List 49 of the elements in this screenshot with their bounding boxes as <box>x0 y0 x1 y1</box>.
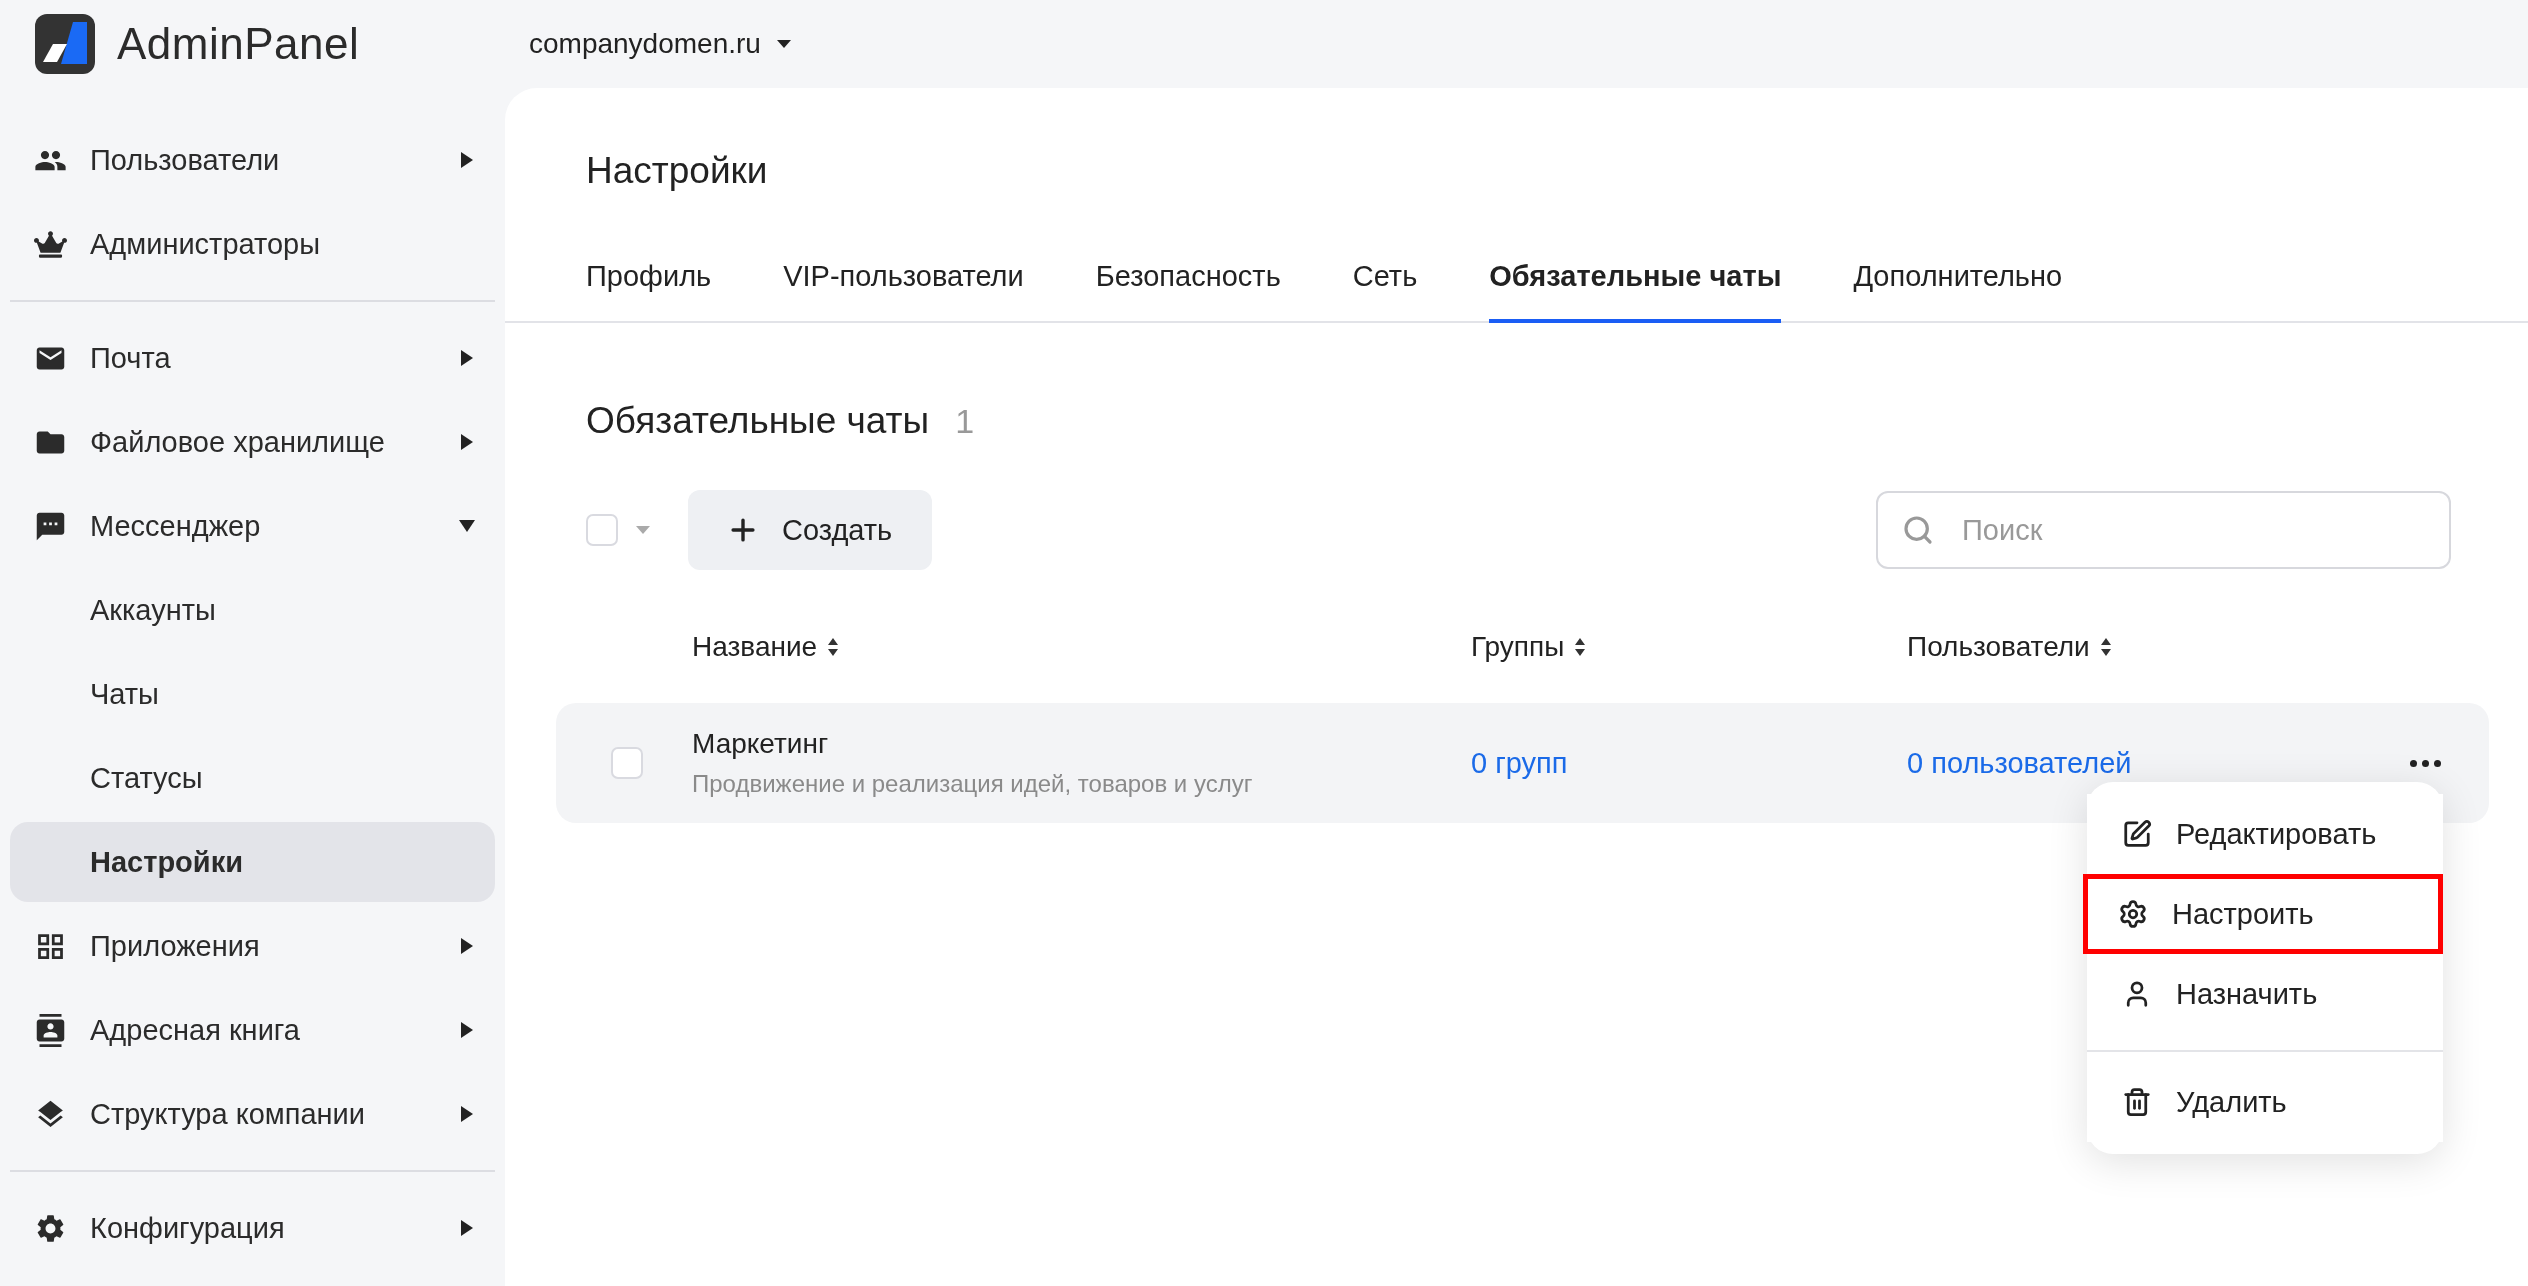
menu-item[interactable]: Удалить <box>2087 1062 2443 1142</box>
settings-icon <box>2118 899 2148 929</box>
tab[interactable]: Безопасность <box>1095 260 1281 323</box>
sidebar-item[interactable]: Чаты <box>10 654 495 734</box>
sidebar-item[interactable]: Конфигурация <box>10 1188 495 1268</box>
select-all-checkbox[interactable] <box>586 514 618 546</box>
contact-book-icon <box>34 1013 67 1047</box>
item-count: 1 <box>955 402 975 441</box>
create-button[interactable]: Создать <box>688 490 933 570</box>
column-header[interactable]: Группы <box>1471 631 1587 663</box>
sort-icon <box>1574 636 1587 658</box>
users-link[interactable]: 0 пользователей <box>1907 746 2132 780</box>
sidebar-item[interactable]: Настройки <box>10 822 495 902</box>
sidebar-item[interactable]: Файловое хранилище <box>10 402 495 482</box>
page-title: Настройки <box>586 149 769 192</box>
column-header[interactable]: Пользователи <box>1907 631 2112 663</box>
sidebar-item[interactable]: Статусы <box>10 738 495 818</box>
chat-description: Продвижение и реализация идей, товаров и услуг <box>692 770 1254 798</box>
tab[interactable]: Обязательные чаты <box>1489 260 1782 323</box>
menu-item[interactable]: Редактировать <box>2087 794 2443 874</box>
column-header[interactable]: Название <box>692 631 840 663</box>
app-name: AdminPanel <box>117 19 360 69</box>
menu-item[interactable]: Настроить <box>2083 874 2443 954</box>
sort-icon <box>827 636 840 658</box>
tab[interactable]: Сеть <box>1352 260 1418 323</box>
groups-link[interactable]: 0 групп <box>1471 746 1568 780</box>
sidebar-item[interactable]: Структура компании <box>10 1074 495 1154</box>
sidebar-item[interactable]: Администраторы <box>10 204 495 284</box>
menu-item[interactable]: Назначить <box>2087 954 2443 1034</box>
caret-down-icon <box>776 39 791 49</box>
section-title: Обязательные чаты <box>586 400 930 442</box>
sidebar-item[interactable]: Приложения <box>10 906 495 986</box>
tab[interactable]: Дополнительно <box>1853 260 2063 323</box>
sidebar-item[interactable]: Мессенджер <box>10 486 495 566</box>
chat-name: Маркетинг <box>692 728 830 760</box>
trash-icon <box>2122 1087 2152 1117</box>
sort-icon <box>2099 636 2112 658</box>
search-field[interactable]: Поиск <box>1876 491 2451 569</box>
sidebar-item[interactable]: Аккаунты <box>10 570 495 650</box>
sidebar-item[interactable]: Адресная книга <box>10 990 495 1070</box>
tab[interactable]: Профиль <box>586 260 712 323</box>
tab[interactable]: VIP-пользователи <box>783 260 1024 323</box>
caret-down-icon[interactable] <box>636 525 650 535</box>
row-checkbox[interactable] <box>611 747 643 779</box>
edit-icon <box>2122 819 2152 849</box>
sidebar-item[interactable]: Пользователи <box>10 120 495 200</box>
domain-dropdown[interactable]: companydomen.ru <box>529 28 791 60</box>
sidebar-item[interactable]: Почта <box>10 318 495 398</box>
logo-icon <box>35 14 95 74</box>
